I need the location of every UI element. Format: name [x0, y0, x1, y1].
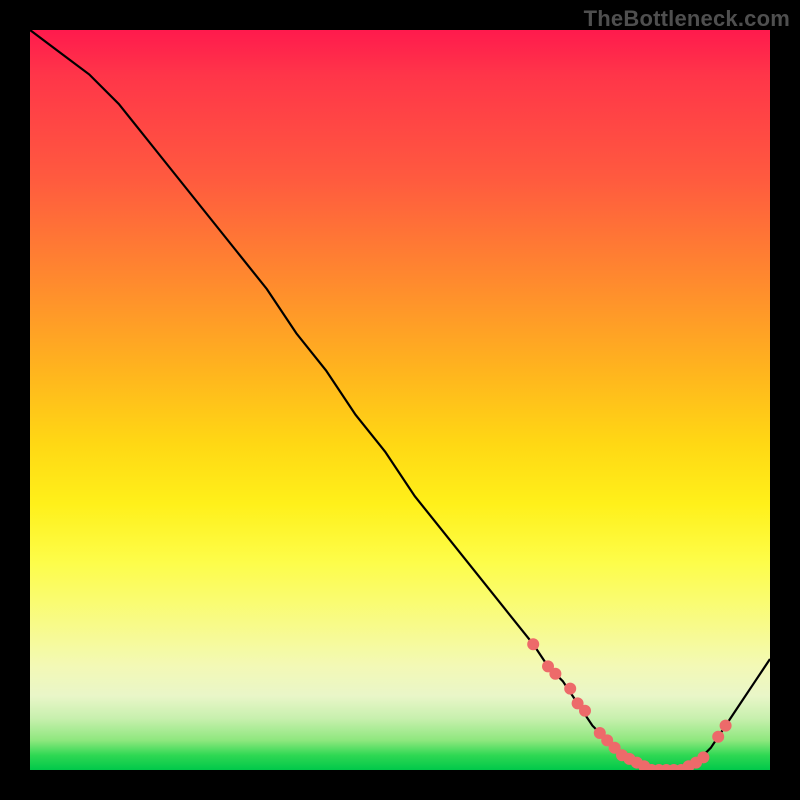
watermark-text: TheBottleneck.com: [584, 6, 790, 32]
valley-dots-group: [528, 639, 731, 770]
valley-dot: [698, 752, 709, 763]
valley-dot: [691, 757, 702, 768]
valley-dot: [624, 753, 635, 764]
curve-svg: [30, 30, 770, 770]
valley-dot: [654, 765, 665, 771]
chart-frame: TheBottleneck.com: [0, 0, 800, 800]
valley-dot: [713, 731, 724, 742]
valley-dot: [609, 742, 620, 753]
valley-dot: [572, 698, 583, 709]
valley-dot: [550, 668, 561, 679]
plot-area: [30, 30, 770, 770]
valley-dot: [617, 750, 628, 761]
valley-dot: [720, 720, 731, 731]
valley-dot: [668, 765, 679, 771]
valley-dot: [565, 683, 576, 694]
valley-dot: [528, 639, 539, 650]
valley-dot: [639, 761, 650, 770]
valley-dot: [594, 728, 605, 739]
valley-dot: [676, 765, 687, 771]
valley-dot: [543, 661, 554, 672]
valley-dot: [631, 757, 642, 768]
bottleneck-curve: [30, 30, 770, 770]
valley-dot: [661, 765, 672, 771]
valley-dot: [580, 705, 591, 716]
valley-dot: [646, 765, 657, 771]
valley-dot: [602, 735, 613, 746]
valley-dot: [683, 761, 694, 770]
